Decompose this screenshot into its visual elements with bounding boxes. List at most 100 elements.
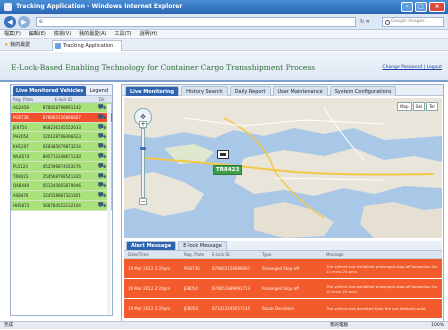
alert-elock-id: 878665156886667 [212, 266, 251, 271]
table-row[interactable]: PL5123 452596874163576 ⛟ [11, 161, 112, 172]
column-message[interactable]: Message [322, 251, 442, 258]
alert-time: 19 Mar 2012 2:20pm [128, 306, 171, 311]
table-row[interactable]: AG2458 878658798991142 ⛟ [11, 103, 112, 113]
vehicle-elock-id: 878665156886667 [42, 114, 81, 120]
menu-edit[interactable]: 編輯(E) [29, 30, 46, 38]
table-row[interactable]: HH5873 568784552132104 ⛟ [11, 200, 112, 211]
menu-file[interactable]: 檔案(F) [4, 30, 21, 38]
vehicle-elock-id: 568784552132104 [42, 202, 81, 208]
column-dir[interactable]: Dir. [92, 96, 112, 102]
address-tools[interactable]: ↻ ✕ [360, 17, 370, 27]
table-row[interactable]: PG6736 878665156886667 ⛟ [11, 112, 112, 123]
map-type-map[interactable]: Map [397, 102, 412, 111]
favorites-button[interactable]: ★ 我的最愛 [4, 41, 30, 49]
tab-daily-report[interactable]: Daily Report [229, 86, 271, 96]
column-reg-plate[interactable]: Reg. Plate [11, 96, 41, 102]
vehicle-elock-id: 968236145552633 [42, 124, 81, 130]
alert-type: Route Deviation [262, 306, 295, 311]
menu-favorites[interactable]: 我的最愛(A) [79, 30, 106, 38]
zoom-out-button[interactable]: − [139, 198, 147, 205]
table-row[interactable]: 19 Mar 2012 2:20pm JE8054 878651989993713 P… [124, 279, 442, 299]
vehicle-elock-id: 878658798991142 [42, 105, 81, 110]
column-datetime[interactable]: Date/Time [124, 251, 184, 258]
column-reg-plate[interactable]: Reg. Plate [184, 251, 212, 258]
forward-button[interactable]: ▶ [18, 16, 30, 28]
alert-message: The vehicle has deviated from the pre-de… [326, 306, 427, 311]
map-type-ter[interactable]: Ter [426, 102, 438, 111]
menu-view[interactable]: 檢視(V) [54, 30, 71, 38]
column-elock-id[interactable]: E-lock ID [41, 96, 93, 102]
address-bar: ◀ ▶ e ↻ ✕ Google Images [0, 14, 448, 30]
map-type-sat[interactable]: Sat [412, 102, 426, 111]
vehicle-list: AG2458 878658798991142 ⛟ PG6736 878665156886… [11, 103, 112, 211]
zoom-slider-thumb[interactable] [140, 147, 146, 150]
tab-alert-message[interactable]: Alert Message [126, 241, 177, 250]
app-header: E-Lock-Based Enabling Technology for Con… [0, 52, 448, 82]
truck-icon[interactable] [217, 150, 229, 159]
alert-time: 19 Mar 2012 2:20pm [128, 266, 171, 271]
alert-elock-id: 878651989993713 [212, 286, 251, 291]
menu-tools[interactable]: 工具(T) [115, 30, 132, 38]
vehicle-marker-label[interactable]: TR8423 [213, 165, 243, 175]
table-row[interactable]: AS8476 124558987321401 ⛟ [11, 191, 112, 201]
table-row[interactable]: TR8423 254568798541320 ⛟ [11, 171, 112, 182]
minimize-button[interactable]: – [401, 2, 413, 12]
alert-reg-plate: JE8054 [184, 286, 198, 291]
tab-user-maintenance[interactable]: User Maintenance [272, 86, 328, 96]
vehicle-scrollbar[interactable] [107, 104, 111, 314]
legend-link[interactable]: Legend [90, 86, 108, 96]
vehicle-reg-plate: TR8423 [13, 173, 29, 179]
tab-history-search[interactable]: History Search [181, 86, 228, 96]
map-view[interactable]: ✥ + − Map Sat Ter TR8423 [124, 98, 442, 238]
search-icon [385, 20, 390, 25]
table-row[interactable]: WL8574 895712348671230 ⛟ [11, 151, 112, 162]
window-title: Tracking Application - Windows Internet … [16, 3, 183, 10]
zoom-in-button[interactable]: + [139, 121, 147, 128]
maximize-button[interactable]: □ [415, 2, 427, 12]
vehicle-panel-header: Live Monitored Vehicles Legend [11, 85, 112, 96]
table-row[interactable]: QA8448 051245665879946 ⛟ [11, 181, 112, 192]
page-icon: e [39, 18, 43, 25]
main-panel: Live Monitoring History Search Daily Rep… [121, 84, 444, 322]
map-zoom-slider[interactable]: + − [139, 121, 147, 205]
main-tabs: Live Monitoring History Search Daily Rep… [122, 85, 443, 96]
alert-elock-id: 872223245657145 [212, 306, 251, 311]
close-button[interactable]: × [429, 2, 445, 12]
back-button[interactable]: ◀ [4, 16, 16, 28]
tab-system-configurations[interactable]: System Configurations [329, 86, 397, 96]
vehicle-reg-plate: WL8574 [13, 153, 30, 159]
table-row[interactable]: 19 Mar 2012 2:20pm PG6736 878665156886667 P… [124, 259, 442, 279]
ie-icon [4, 3, 12, 11]
browser-tab[interactable]: Tracking Application [52, 40, 122, 51]
vehicle-elock-id: 124558987321401 [42, 193, 81, 199]
alert-reg-plate: JE8054 [184, 306, 198, 311]
table-row[interactable]: 19 Mar 2012 2:20pm JE8054 872223245657145 R… [124, 299, 442, 319]
alert-type: Prolonged Stop-off [262, 266, 300, 271]
tab-live-monitored-vehicles[interactable]: Live Monitored Vehicles [13, 86, 87, 96]
table-row[interactable]: PH2054 120128798396623 ⛟ [11, 132, 112, 143]
alert-panel: Alert Message E-lock Message Date/Time R… [124, 241, 442, 321]
page-title: E-Lock-Based Enabling Technology for Con… [11, 63, 316, 72]
vehicle-reg-plate: HH5873 [13, 202, 30, 208]
table-row[interactable]: JE8754 968236145552633 ⛟ [11, 122, 112, 133]
map-land [124, 98, 442, 238]
vehicle-elock-id: 254568798541320 [42, 173, 81, 179]
column-elock-id[interactable]: E-lock ID [212, 251, 262, 258]
star-icon: ★ [4, 42, 9, 48]
tab-live-monitoring[interactable]: Live Monitoring [125, 86, 180, 96]
alert-tabs: Alert Message E-lock Message [124, 241, 442, 251]
account-links[interactable]: Change Password | Logout [383, 65, 442, 70]
window-titlebar: Tracking Application - Windows Internet … [0, 0, 448, 14]
menu-help[interactable]: 說明(H) [139, 30, 157, 38]
vehicle-elock-id: 051245665879946 [42, 183, 81, 189]
alert-reg-plate: PG6736 [184, 266, 200, 271]
vehicle-reg-plate: KH1207 [13, 144, 29, 150]
menu-bar: 檔案(F) 編輯(E) 檢視(V) 我的最愛(A) 工具(T) 說明(H) [0, 30, 448, 39]
tab-elock-message[interactable]: E-lock Message [178, 241, 227, 250]
alert-message: The vehicle has exhibited prolonged stop… [326, 283, 438, 294]
url-input[interactable]: e [36, 17, 356, 27]
search-input[interactable]: Google Images [382, 17, 444, 27]
column-type[interactable]: Type [262, 251, 322, 258]
table-row[interactable]: KH1207 028385679873214 ⛟ [11, 142, 112, 152]
vehicle-reg-plate: QA8448 [13, 183, 30, 189]
